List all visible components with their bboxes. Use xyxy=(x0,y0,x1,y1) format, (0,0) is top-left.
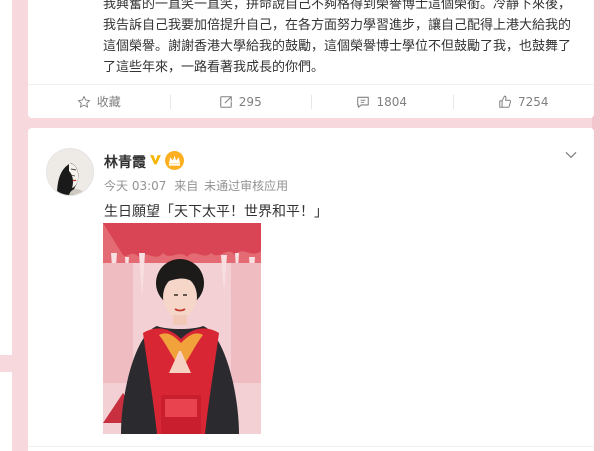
crown-shape xyxy=(168,155,181,166)
left-panel-lower xyxy=(0,372,12,451)
comment-button[interactable]: 1804 xyxy=(311,85,453,118)
repost-count: 295 xyxy=(238,94,262,109)
like-count: 7254 xyxy=(517,94,549,109)
previous-post-text: 我興奮的一直笑一直笑，拼命說自己不夠格得到榮譽博士這個榮銜。冷靜下來後，我告訴自… xyxy=(103,0,572,75)
comment-icon xyxy=(357,96,370,108)
favorite-button[interactable]: 收藏 xyxy=(28,85,170,118)
divider xyxy=(28,446,594,447)
like-button[interactable]: 7254 xyxy=(452,85,595,118)
post-source[interactable]: 未通过审核应用 xyxy=(204,179,288,193)
crown-icon xyxy=(165,151,184,170)
source-prefix: 来自 xyxy=(174,179,199,193)
post-image-drawing xyxy=(103,223,261,434)
chevron-down-icon[interactable] xyxy=(564,148,578,162)
repost-button[interactable]: 295 xyxy=(169,85,312,118)
post-card: 林青霞 今天 03:07 来自 未通过审核应用 生日願望「天下太平！世界和平！」 xyxy=(28,128,594,451)
avatar-drawing xyxy=(47,149,93,195)
previous-post-card: 我興奮的一直笑一直笑，拼命說自己不夠格得到榮譽博士這個榮銜。冷靜下來後，我告訴自… xyxy=(28,0,594,118)
post-content: 生日願望「天下太平！世界和平！」 xyxy=(104,204,328,220)
comment-count: 1804 xyxy=(376,94,408,109)
post-image[interactable] xyxy=(103,223,261,434)
post-time[interactable]: 今天 03:07 xyxy=(104,179,166,193)
verified-icon xyxy=(150,155,161,165)
post-meta: 今天 03:07 来自 未通过审核应用 xyxy=(104,177,292,194)
left-panel xyxy=(0,0,12,355)
favorite-label: 收藏 xyxy=(96,95,121,109)
post-action-bar: 收藏 295 1804 7254 xyxy=(28,84,594,118)
avatar[interactable] xyxy=(46,148,94,196)
username[interactable]: 林青霞 xyxy=(104,152,146,172)
like-icon xyxy=(499,95,511,108)
star-icon xyxy=(77,95,90,108)
repost-icon xyxy=(220,95,232,108)
